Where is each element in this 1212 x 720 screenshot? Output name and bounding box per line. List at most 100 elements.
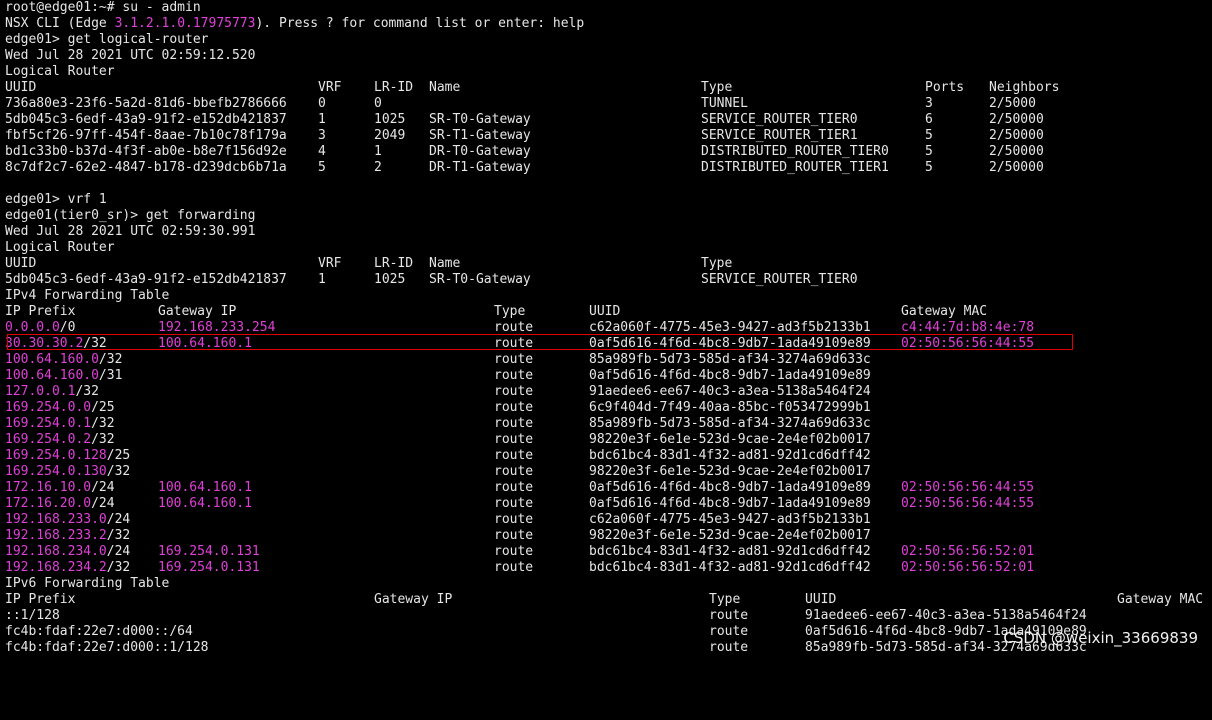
route-uuid: 85a989fb-5d73-585d-af34-3274a69d633c [589, 416, 871, 431]
prefix-mask: /25 [91, 400, 115, 415]
route-type: route [494, 544, 534, 559]
route-uuid: bdc61bc4-83d1-4f32-ad81-92d1cd6dff42 [589, 560, 871, 575]
col-uuid-header: UUID [5, 80, 37, 95]
prefix-network: 192.168.233.2 [5, 528, 107, 543]
ip-prefix: 192.168.233.2/32 [5, 528, 130, 544]
ip-prefix: 169.254.0.2/32 [5, 432, 115, 448]
col-prefix-header: IP Prefix [5, 592, 76, 607]
prefix-network: 192.168.234.2 [5, 560, 107, 575]
ipv4-route-row: 192.168.234.2/32 169.254.0.131 route bdc… [5, 560, 1205, 576]
ipv4-route-row: 172.16.20.0/24 100.64.160.1 route 0af5d6… [5, 496, 1205, 512]
lr-neighbors: 2/50000 [989, 112, 1044, 127]
lr-id: 2 [374, 160, 382, 175]
ip-prefix: 169.254.0.130/32 [5, 464, 130, 480]
shell-prompt-line: root@edge01:~# su - admin [5, 0, 201, 15]
ip-prefix: fc4b:fdaf:22e7:d000::/64 [5, 624, 193, 639]
ip-prefix: 172.16.20.0/24 [5, 496, 115, 512]
lr-uuid: 5db045c3-6edf-43a9-91f2-e152db421837 [5, 272, 287, 287]
lr-id: 2049 [374, 128, 406, 143]
col-prefix-header: IP Prefix [5, 304, 76, 319]
ipv4-route-row: 192.168.234.0/24 169.254.0.131 route bdc… [5, 544, 1205, 560]
lr-table-row: 736a80e3-23f6-5a2d-81d6-bbefb2786666 0 0… [5, 96, 1205, 112]
lr-vrf: 4 [318, 144, 326, 159]
route-type: route [494, 480, 534, 495]
prefix-mask: /24 [91, 496, 115, 511]
timestamp-2: Wed Jul 28 2021 UTC 02:59:30.991 [5, 224, 256, 239]
prefix-network: 100.64.160.0 [5, 368, 99, 383]
timestamp-1: Wed Jul 28 2021 UTC 02:59:12.520 [5, 48, 256, 63]
lr-vrf: 0 [318, 96, 326, 111]
ip-prefix: 127.0.0.1/32 [5, 384, 99, 400]
lr-ports: 5 [925, 144, 933, 159]
ip-prefix: 100.64.160.0/31 [5, 368, 122, 384]
prefix-network: 169.254.0.0 [5, 400, 92, 415]
lr-vrf: 3 [318, 128, 326, 143]
route-type: route [494, 528, 534, 543]
ip-prefix: 100.64.160.0/32 [5, 352, 122, 368]
lr-name: SR-T1-Gateway [429, 128, 531, 143]
route-type: route [494, 448, 534, 463]
ipv4-route-row: 169.254.0.2/32 route 98220e3f-6e1e-523d-… [5, 432, 1205, 448]
lr-uuid: 736a80e3-23f6-5a2d-81d6-bbefb2786666 [5, 96, 287, 111]
col-name-header: Name [429, 256, 461, 271]
prefix-mask: /32 [106, 528, 131, 543]
prefix-mask: /24 [91, 480, 115, 495]
command-get-forwarding: edge01(tier0_sr)> get forwarding [5, 208, 256, 223]
col-gateway-header: Gateway IP [158, 304, 237, 319]
lr-neighbors: 2/50000 [989, 144, 1044, 159]
ip-prefix: 169.254.0.0/25 [5, 400, 115, 416]
terminal-window[interactable]: root@edge01:~# su - admin NSX CLI (Edge … [5, 0, 1212, 660]
lr-id: 1025 [374, 112, 406, 127]
route-uuid: 91aedee6-ee67-40c3-a3ea-5138a5464f24 [805, 608, 1087, 623]
ip-prefix: ::1/128 [5, 608, 60, 623]
gateway-ip: 100.64.160.1 [158, 480, 252, 495]
col-name-header: Name [429, 80, 461, 95]
route-type: route [494, 400, 534, 415]
prefix-network: 172.16.10.0 [5, 480, 92, 495]
command-vrf: edge01> vrf 1 [5, 192, 107, 207]
col-mac-header: Gateway MAC [901, 304, 988, 319]
lr-type: SERVICE_ROUTER_TIER0 [701, 272, 858, 287]
col-type-header: Type [709, 592, 741, 607]
gateway-ip: 169.254.0.131 [158, 560, 260, 575]
ip-prefix: fc4b:fdaf:22e7:d000::1/128 [5, 640, 209, 655]
ipv6-table-header: IP Prefix Gateway IP Type UUID Gateway M… [5, 592, 1212, 608]
prefix-mask: /32 [106, 464, 131, 479]
lr-ports: 5 [925, 128, 933, 143]
prefix-network: 169.254.0.1 [5, 416, 92, 431]
route-type: route [494, 368, 534, 383]
nsx-cli-banner: NSX CLI (Edge 3.1.2.1.0.17975773). Press… [5, 16, 584, 32]
ipv4-table-title: IPv4 Forwarding Table [5, 288, 170, 303]
col-vrf-header: VRF [318, 80, 342, 95]
route-type: route [709, 608, 749, 623]
col-vrf-header: VRF [318, 256, 342, 271]
gateway-mac: 02:50:56:56:52:01 [901, 560, 1035, 575]
prefix-mask: /32 [106, 560, 131, 575]
nsx-version: 3.1.2.1.0.17975773 [114, 16, 256, 31]
ipv6-route-row: ::1/128 route 91aedee6-ee67-40c3-a3ea-51… [5, 608, 1205, 624]
route-highlight-box [7, 334, 1073, 350]
lr-id: 1025 [374, 272, 406, 287]
route-type: route [494, 352, 534, 367]
ip-prefix: 172.16.10.0/24 [5, 480, 115, 496]
lr-uuid: 8c7df2c7-62e2-4847-b178-d239dcb6b71a [5, 160, 287, 175]
route-type: route [709, 640, 749, 655]
gateway-ip: 100.64.160.1 [158, 496, 252, 511]
prefix-mask: /32 [98, 352, 123, 367]
col-lrid-header: LR-ID [374, 80, 414, 95]
ipv4-route-row: 100.64.160.0/31 route 0af5d616-4f6d-4bc8… [5, 368, 1205, 384]
lr-name: DR-T1-Gateway [429, 160, 531, 175]
route-type: route [494, 560, 534, 575]
ipv4-route-row: 127.0.0.1/32 route 91aedee6-ee67-40c3-a3… [5, 384, 1205, 400]
col-lrid-header: LR-ID [374, 256, 414, 271]
ip-prefix: 192.168.233.0/24 [5, 512, 130, 528]
lr-id: 1 [374, 144, 382, 159]
fwd-lr-row: 5db045c3-6edf-43a9-91f2-e152db421837 1 1… [5, 272, 1205, 288]
col-uuid-header: UUID [589, 304, 621, 319]
ipv4-route-row: 169.254.0.130/32 route 98220e3f-6e1e-523… [5, 464, 1205, 480]
lr-vrf: 1 [318, 112, 326, 127]
prefix-network: 192.168.234.0 [5, 544, 107, 559]
lr-neighbors: 2/50000 [989, 160, 1044, 175]
prefix-mask: /25 [106, 448, 131, 463]
route-type: route [494, 464, 534, 479]
